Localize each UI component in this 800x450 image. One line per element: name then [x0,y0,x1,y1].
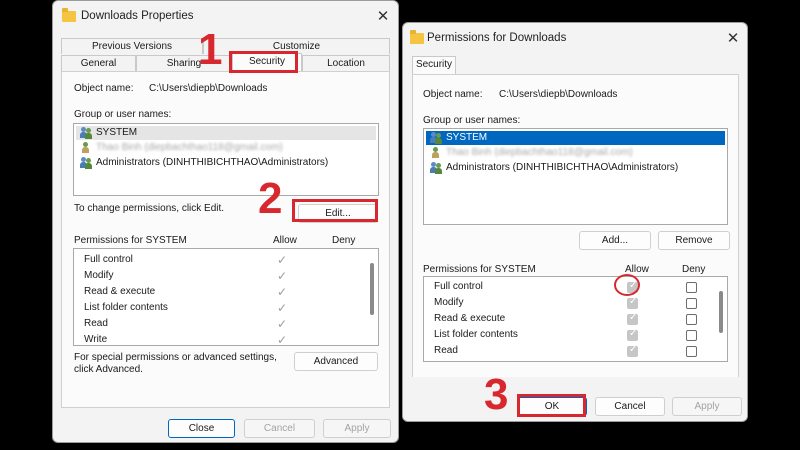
step-number: 3 [484,370,509,419]
allow-checkbox[interactable] [627,328,638,341]
permission-row: Read & execute [84,286,156,297]
permission-row: List folder contents [84,302,168,313]
special-permissions-text: For special permissions or advanced sett… [74,352,277,363]
tab-location[interactable]: Location [302,55,390,71]
group-users-label: Group or user names: [423,115,521,126]
folder-icon [62,8,76,22]
user-name: Thao Binh (diepbachthao118@gmail.com) [96,142,283,153]
allow-check-icon: ✓ [276,253,288,267]
close-icon[interactable]: ✕ [723,29,743,49]
step-number: 1 [198,25,223,74]
add-button[interactable]: Add... [579,231,651,250]
list-item[interactable]: Administrators (DINHTHIBICHTHAO\Administ… [426,161,725,175]
allow-check-icon: ✓ [276,301,288,315]
permission-row: Read [84,318,108,329]
permissions-label: Permissions for SYSTEM [74,235,187,246]
object-name-label: Object name: [423,89,483,100]
step-number: 2 [258,174,283,223]
user-icon [430,147,443,159]
deny-checkbox[interactable] [686,346,697,357]
deny-header: Deny [682,264,706,275]
security-tab-highlight [229,51,298,73]
allow-checkbox[interactable] [627,312,638,325]
cancel-button[interactable]: Cancel [244,419,315,438]
permission-row: List folder contents [434,329,518,340]
deny-header: Deny [332,235,356,246]
deny-checkbox[interactable] [686,282,697,293]
tab-previous-versions[interactable]: Previous Versions [61,38,203,54]
users-listbox[interactable]: SYSTEM Thao Binh (diepbachthao118@gmail.… [73,123,379,196]
user-icon [80,142,93,154]
apply-button[interactable]: Apply [323,419,391,438]
allow-checkbox[interactable] [627,296,638,309]
allow-checkbox[interactable] [627,344,638,357]
tab-security[interactable]: Security [412,56,456,75]
ok-button-highlight [517,394,586,417]
deny-checkbox[interactable] [686,330,697,341]
user-name: SYSTEM [96,127,138,138]
edit-button-highlight [292,199,378,222]
user-name: SYSTEM [446,132,488,143]
allow-header: Allow [273,235,297,246]
permission-row: Modify [434,297,464,308]
title-bar: Permissions for Downloads ✕ [403,23,747,55]
cancel-button[interactable]: Cancel [595,397,665,416]
users-icon [80,157,93,169]
user-name: Thao Binh (diepbachthao118@gmail.com) [446,147,633,158]
allow-check-icon: ✓ [276,285,288,299]
scrollbar[interactable] [370,263,374,315]
permission-row: Modify [84,270,114,281]
tab-general[interactable]: General [61,55,136,71]
permissions-list: Full control Modify Read & execute List … [423,276,728,362]
user-name: Administrators (DINHTHIBICHTHAO\Administ… [96,157,329,168]
apply-button[interactable]: Apply [672,397,742,416]
dialog-title: Permissions for Downloads [427,32,567,44]
close-button[interactable]: Close [168,419,235,438]
users-icon [430,132,443,144]
scrollbar[interactable] [719,291,723,333]
security-tab-panel: Object name: C:\Users\diepb\Downloads Gr… [61,71,390,408]
remove-button[interactable]: Remove [658,231,730,250]
permission-row: Read & execute [434,313,506,324]
users-listbox[interactable]: SYSTEM Thao Binh (diepbachthao118@gmail.… [423,128,728,225]
list-item[interactable]: SYSTEM [426,131,725,145]
permission-row: Full control [434,281,483,292]
folder-icon [410,30,424,44]
permissions-list: Full control ✓ Modify ✓ Read & execute ✓… [73,248,379,346]
close-icon[interactable]: ✕ [373,7,393,27]
title-bar: Downloads Properties ✕ [53,1,398,33]
permission-row: Write [84,334,108,345]
list-item[interactable]: Thao Binh (diepbachthao118@gmail.com) [426,146,725,160]
deny-checkbox[interactable] [686,314,697,325]
object-name-label: Object name: [74,83,134,94]
user-name: Administrators (DINHTHIBICHTHAO\Administ… [446,162,679,173]
permissions-label: Permissions for SYSTEM [423,264,536,275]
advanced-button[interactable]: Advanced [294,352,378,371]
allow-check-icon: ✓ [276,333,288,347]
list-item[interactable]: SYSTEM [76,126,376,140]
dialog-title: Downloads Properties [81,10,194,22]
change-permissions-text: To change permissions, click Edit. [74,203,225,214]
allow-check-icon: ✓ [276,317,288,331]
permission-row: Full control [84,254,133,265]
object-name-value: C:\Users\diepb\Downloads [149,83,268,94]
list-item[interactable]: Thao Binh (diepbachthao118@gmail.com) [76,141,376,155]
group-users-label: Group or user names: [74,109,172,120]
special-permissions-text-2: click Advanced. [74,364,143,375]
permission-row: Read [434,345,458,356]
security-tab-panel: Object name: C:\Users\diepb\Downloads Gr… [412,74,739,391]
allow-check-icon: ✓ [276,269,288,283]
deny-checkbox[interactable] [686,298,697,309]
full-control-highlight [614,274,640,296]
users-icon [430,162,443,174]
users-icon [80,127,93,139]
object-name-value: C:\Users\diepb\Downloads [499,89,618,100]
permissions-dialog: Permissions for Downloads ✕ Security Obj… [402,22,748,422]
list-item[interactable]: Administrators (DINHTHIBICHTHAO\Administ… [76,156,376,170]
